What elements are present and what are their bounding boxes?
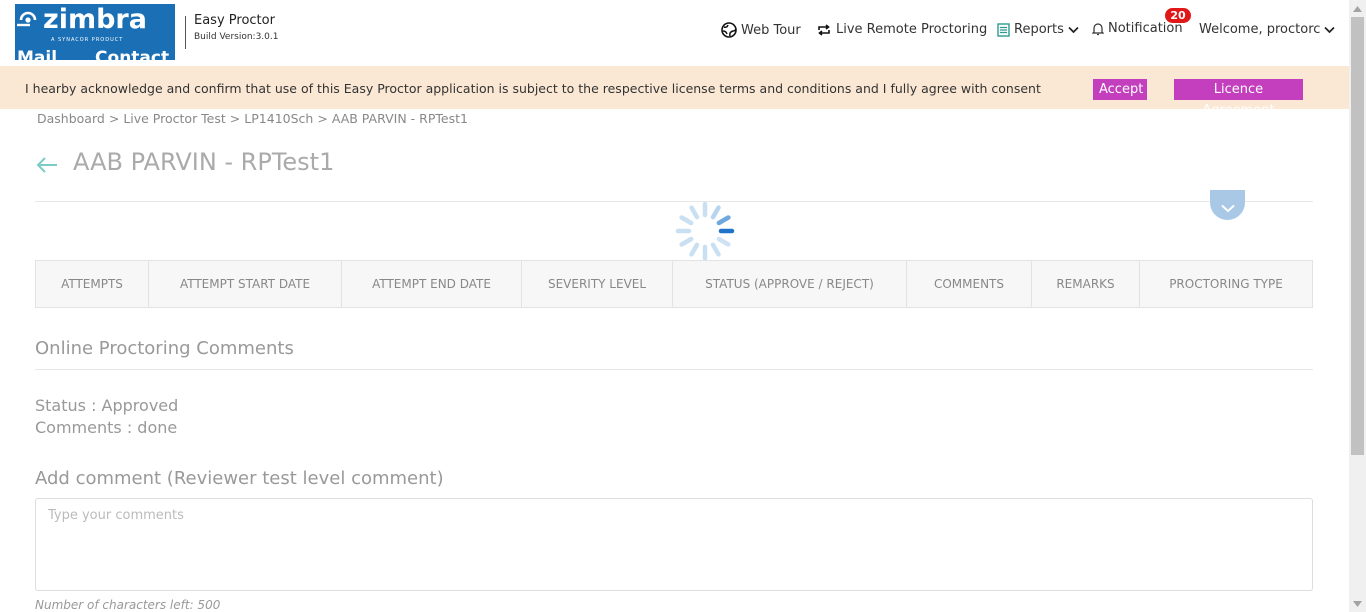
scroll-down-arrow-icon: [1353, 600, 1362, 607]
collapse-toggle-button[interactable]: [1210, 190, 1245, 220]
consent-banner: I hearby acknowledge and confirm that us…: [0, 66, 1349, 118]
scroll-up-button[interactable]: [1349, 0, 1366, 17]
nav-reports-label: Reports: [1014, 22, 1064, 37]
comments-text: Comments : done: [35, 418, 178, 437]
nav-web-tour-label: Web Tour: [741, 22, 801, 38]
comment-textarea[interactable]: [35, 498, 1313, 591]
online-proctoring-comments-title: Online Proctoring Comments: [35, 338, 294, 359]
column-header[interactable]: ATTEMPTS: [36, 261, 149, 307]
user-menu[interactable]: Welcome, proctorc: [1199, 22, 1336, 37]
breadcrumb-dashboard[interactable]: Dashboard: [37, 111, 105, 126]
chevron-down-icon: [1324, 26, 1336, 33]
chevron-down-icon: [1068, 26, 1079, 33]
licence-agreement-button[interactable]: Licence Agreement: [1174, 79, 1303, 118]
logo-tagline: A SYNACOR PRODUCT: [51, 37, 124, 43]
characters-left-text: Number of characters left: 500: [35, 598, 221, 612]
column-header[interactable]: ATTEMPT START DATE: [149, 261, 342, 307]
nav-live-remote-label: Live Remote Proctoring: [836, 22, 988, 37]
section-divider: [35, 369, 1313, 370]
scroll-up-arrow-icon: [1353, 5, 1362, 12]
breadcrumb-separator: >: [229, 111, 241, 126]
accept-button[interactable]: Accept: [1093, 79, 1147, 100]
back-arrow-icon[interactable]: [35, 155, 59, 179]
logo-strip-contact: Contact: [95, 48, 170, 60]
logo-strip: Mail Contact: [15, 48, 175, 60]
column-header[interactable]: REMARKS: [1032, 261, 1140, 307]
loading-spinner-icon: [675, 201, 735, 261]
build-version: Build Version:3.0.1: [194, 32, 279, 42]
nav-live-remote-proctoring[interactable]: Live Remote Proctoring: [816, 22, 987, 37]
zimbra-logo-icon: [17, 11, 37, 27]
welcome-label: Welcome, proctorc: [1199, 22, 1321, 37]
breadcrumb-live-proctor-test[interactable]: Live Proctor Test: [123, 111, 225, 126]
breadcrumb-separator: >: [108, 111, 120, 126]
breadcrumb-schedule[interactable]: LP1410Sch: [244, 111, 313, 126]
column-header[interactable]: COMMENTS: [907, 261, 1032, 307]
scrollbar-thumb[interactable]: [1351, 17, 1364, 455]
app-name: Easy Proctor: [194, 13, 275, 28]
nav-reports[interactable]: Reports: [997, 22, 1079, 37]
nav-notification-label: Notification: [1108, 21, 1183, 36]
report-icon: [997, 22, 1010, 37]
column-header[interactable]: SEVERITY LEVEL: [522, 261, 673, 307]
notification-count-badge[interactable]: 20: [1165, 8, 1191, 23]
status-text: Status : Approved: [35, 396, 179, 415]
bell-icon: [1092, 22, 1104, 35]
nav-notification[interactable]: Notification: [1092, 21, 1183, 36]
scroll-down-button[interactable]: [1349, 595, 1366, 612]
globe-icon: [721, 22, 737, 38]
consent-text: I hearby acknowledge and confirm that us…: [25, 81, 1041, 96]
breadcrumb-separator: >: [317, 111, 328, 126]
logo-strip-mail: Mail: [17, 48, 58, 60]
repeat-icon: [818, 23, 830, 36]
breadcrumb: Dashboard > Live Proctor Test > LP1410Sch > AA…: [37, 111, 468, 126]
add-comment-title: Add comment (Reviewer test level comment…: [35, 468, 444, 489]
header-divider: [185, 16, 186, 49]
zimbra-logo[interactable]: zimbra A SYNACOR PRODUCT Mail Contact: [15, 4, 175, 60]
logo-word: zimbra: [43, 4, 147, 35]
column-header[interactable]: PROCTORING TYPE: [1140, 261, 1312, 307]
column-header[interactable]: ATTEMPT END DATE: [342, 261, 522, 307]
attempts-table-header: ATTEMPTS ATTEMPT START DATE ATTEMPT END …: [35, 260, 1313, 308]
nav-web-tour[interactable]: Web Tour: [721, 22, 801, 38]
top-header: zimbra A SYNACOR PRODUCT Mail Contact Eas…: [0, 0, 1349, 64]
page-title: AAB PARVIN - RPTest1: [73, 148, 335, 176]
chevron-down-icon: [1220, 204, 1235, 213]
breadcrumb-current: AAB PARVIN - RPTest1: [331, 111, 468, 126]
column-header[interactable]: STATUS (APPROVE / REJECT): [673, 261, 907, 307]
